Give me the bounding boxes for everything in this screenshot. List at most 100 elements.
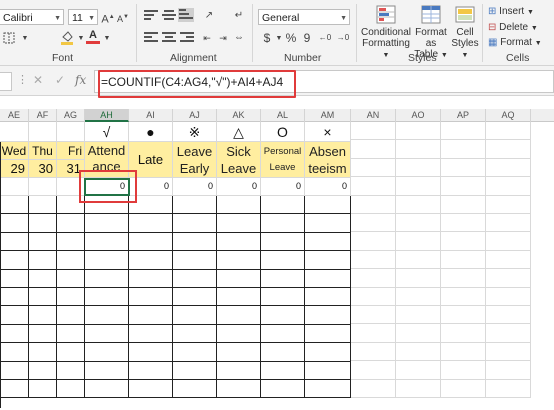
cell[interactable] [441, 250, 486, 270]
decrease-font-size-icon[interactable]: A▼ [116, 10, 130, 24]
cell[interactable] [396, 361, 441, 380]
cell[interactable] [0, 178, 29, 196]
cell[interactable] [351, 324, 396, 343]
insert-function-icon[interactable]: fx [75, 73, 86, 87]
cell[interactable] [85, 343, 129, 362]
value-cell-personal-leave[interactable]: 0 [261, 178, 305, 196]
cell[interactable] [85, 380, 129, 399]
day-cell[interactable]: Thu [29, 142, 57, 160]
increase-decimal-icon[interactable]: ←0 [318, 31, 332, 45]
column-header[interactable]: AJ [173, 109, 217, 122]
align-center-icon[interactable] [162, 32, 176, 44]
cell[interactable] [441, 324, 486, 343]
symbol-cell-late[interactable]: ● [129, 122, 173, 142]
cell[interactable] [129, 306, 173, 325]
cell[interactable] [351, 379, 396, 398]
column-header[interactable]: AO [396, 109, 441, 122]
cell[interactable] [173, 269, 217, 288]
cell[interactable] [396, 287, 441, 306]
cell[interactable] [261, 361, 305, 380]
cell[interactable] [217, 232, 261, 252]
insert-button[interactable]: ⊞ Insert ▼ [488, 5, 534, 19]
cell[interactable] [29, 251, 57, 270]
cell[interactable] [305, 251, 351, 270]
cell[interactable] [29, 232, 57, 252]
cell[interactable] [486, 306, 531, 325]
cell[interactable] [261, 380, 305, 399]
symbol-cell-sick-leave[interactable]: △ [217, 122, 261, 142]
cell[interactable] [441, 269, 486, 288]
fill-color-icon[interactable] [60, 29, 74, 45]
cell[interactable] [217, 306, 261, 325]
cell[interactable] [305, 324, 351, 344]
cell[interactable] [396, 342, 441, 362]
cell[interactable] [217, 343, 261, 362]
cell[interactable] [396, 379, 441, 398]
symbol-cell-absenteeism[interactable]: × [305, 122, 351, 142]
cell[interactable] [29, 214, 57, 233]
cell[interactable] [351, 195, 396, 214]
cell[interactable] [85, 324, 129, 344]
cell[interactable] [351, 361, 396, 380]
cancel-icon[interactable]: ✕ [33, 73, 43, 87]
cell[interactable] [29, 122, 57, 142]
cell[interactable] [396, 158, 441, 178]
cell[interactable] [29, 380, 57, 399]
cell[interactable] [0, 214, 29, 233]
chevron-down-icon[interactable]: ▼ [100, 32, 114, 46]
cell[interactable] [29, 343, 57, 362]
cell[interactable] [261, 343, 305, 362]
cell[interactable] [351, 122, 396, 141]
cell[interactable] [351, 214, 396, 233]
cell[interactable] [486, 287, 531, 306]
cell[interactable] [261, 214, 305, 233]
cell[interactable] [396, 324, 441, 343]
enter-icon[interactable]: ✓ [55, 73, 65, 87]
column-header[interactable]: AN [351, 109, 396, 122]
cell[interactable] [396, 232, 441, 251]
cell[interactable] [85, 251, 129, 270]
cell[interactable] [129, 288, 173, 307]
cell[interactable] [217, 288, 261, 307]
cell[interactable] [129, 251, 173, 270]
wrap-text-icon[interactable]: ↵ [232, 9, 246, 23]
cell[interactable] [85, 306, 129, 325]
cell[interactable] [0, 122, 29, 142]
cell[interactable] [217, 361, 261, 380]
cell[interactable] [351, 287, 396, 306]
align-middle-icon[interactable] [162, 10, 176, 22]
cell[interactable] [0, 361, 29, 380]
cell[interactable] [305, 196, 351, 215]
cell[interactable] [261, 251, 305, 270]
cell[interactable] [351, 158, 396, 178]
increase-indent-icon[interactable]: ⇥ [216, 31, 230, 45]
cell[interactable] [305, 214, 351, 233]
percent-icon[interactable]: % [284, 31, 298, 45]
cell[interactable] [173, 324, 217, 344]
cell[interactable] [351, 306, 396, 325]
cell[interactable] [305, 361, 351, 380]
cell[interactable] [305, 288, 351, 307]
cell[interactable] [441, 158, 486, 178]
cell[interactable] [351, 232, 396, 251]
cell[interactable] [441, 140, 486, 159]
cell[interactable] [486, 214, 531, 233]
cell[interactable] [396, 140, 441, 159]
column-header[interactable]: AI [129, 109, 173, 122]
cell[interactable] [29, 288, 57, 307]
cell[interactable] [29, 306, 57, 325]
symbol-cell-personal-leave[interactable]: O [261, 122, 305, 142]
options-icon[interactable]: ⋮ [17, 73, 28, 86]
name-box[interactable] [0, 72, 12, 91]
value-cell-absenteeism[interactable]: 0 [305, 178, 351, 196]
cell[interactable] [351, 269, 396, 288]
cell[interactable] [173, 214, 217, 233]
cell[interactable] [441, 177, 486, 196]
cell[interactable] [129, 214, 173, 233]
cell[interactable] [261, 306, 305, 325]
cell[interactable] [173, 361, 217, 380]
cell[interactable] [396, 214, 441, 233]
cell[interactable] [129, 232, 173, 252]
cell[interactable] [173, 343, 217, 362]
cell[interactable] [0, 251, 29, 270]
